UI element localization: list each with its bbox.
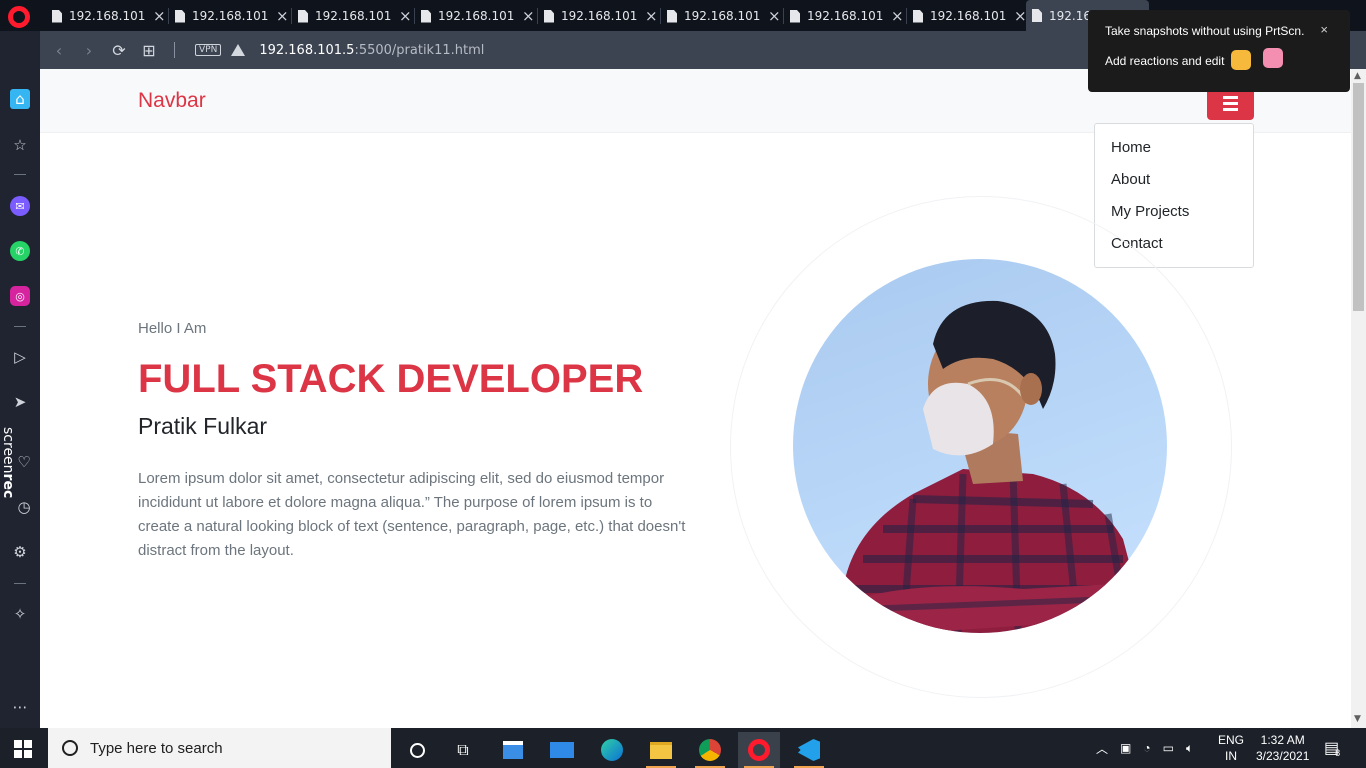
nav-link-projects[interactable]: My Projects [1095,199,1253,231]
send-icon[interactable]: ➤ [10,392,30,412]
document-icon [421,9,431,23]
document-icon [544,9,554,23]
messenger-icon[interactable]: ✉ [10,196,30,216]
store-icon[interactable] [492,732,534,768]
popup-message: Take snapshots without using PrtScn. [1105,24,1305,38]
snapshot-tip-popup: Take snapshots without using PrtScn. × A… [1088,10,1350,92]
home-icon[interactable]: ⌂ [10,89,30,109]
volume-icon[interactable]: 🔈︎ [1186,741,1193,756]
clock-date: 3/23/2021 [1256,749,1310,763]
document-icon [790,9,800,23]
heart-icon[interactable]: ♡ [14,452,34,472]
close-tab-icon[interactable]: × [891,7,904,25]
document-icon [52,9,62,23]
meet-now-icon[interactable]: ▣ [1120,741,1131,755]
whatsapp-icon[interactable]: ✆ [10,241,30,261]
search-icon [62,740,78,756]
history-icon[interactable]: ◷ [14,497,34,517]
scrollbar-thumb[interactable] [1353,83,1364,311]
document-icon [298,9,308,23]
developer-name: Pratik Fulkar [138,413,268,439]
browser-tab[interactable]: 192.168.101.5 × [784,4,907,28]
headline-title: FULL STACK DEVELOPER [138,357,644,401]
popup-close-icon[interactable]: × [1320,22,1328,37]
close-tab-icon[interactable]: × [276,7,289,25]
url-host: 192.168.101.5 [259,42,355,58]
task-view-icon[interactable]: ⧉ [442,732,484,768]
nav-link-about[interactable]: About [1095,167,1253,199]
page-viewport: Navbar Home About My Projects Contact He… [40,69,1351,728]
battery-icon[interactable]: ▭ [1163,741,1174,755]
clock-time: 1:32 AM [1260,733,1305,747]
player-icon[interactable]: ▷ [10,347,30,367]
document-icon [175,9,185,23]
navbar-brand[interactable]: Navbar [138,89,206,113]
nav-link-home[interactable]: Home [1095,135,1253,167]
search-placeholder: Type here to search [90,739,223,757]
opera-taskbar-icon[interactable] [738,732,780,768]
document-icon [667,9,677,23]
intro-greeting: Hello I Am [138,320,207,337]
windows-start-icon[interactable] [14,740,32,758]
star-icon[interactable]: ☆ [10,135,30,155]
opera-logo-icon[interactable] [8,6,30,28]
cortana-icon[interactable] [396,732,438,768]
more-options-icon[interactable]: ⋯ [10,697,30,717]
close-tab-icon[interactable]: × [153,7,166,25]
smile-emoji-icon[interactable] [1231,50,1251,70]
tab-grid-icon[interactable]: ⊞ [134,41,164,60]
chrome-icon[interactable] [689,732,731,768]
forward-icon[interactable]: › [74,41,104,60]
browser-tab[interactable]: 192.168.101.5 × [907,4,1030,28]
instagram-icon[interactable]: ◎ [10,286,30,306]
url-path: :5500/pratik11.html [354,42,485,58]
mail-icon[interactable] [541,732,583,768]
document-icon [913,9,923,23]
clock[interactable]: 1:32 AM 3/23/2021 [1256,728,1309,768]
browser-tab[interactable]: 192.168.101.5 × [46,4,169,28]
vpn-badge[interactable]: VPN [195,44,222,56]
file-explorer-icon[interactable] [640,732,682,768]
language-indicator[interactable]: ENG IN [1218,728,1244,768]
browser-tab[interactable]: 192.168.101.5 × [538,4,661,28]
not-secure-warning-icon[interactable] [231,44,246,56]
action-center-icon[interactable]: ▤ 8 [1324,728,1340,768]
close-tab-icon[interactable]: × [768,7,781,25]
settings-gear-icon[interactable]: ⚙ [10,542,30,562]
edge-icon[interactable] [591,732,633,768]
reload-icon[interactable]: ⟳ [104,41,134,60]
scroll-up-icon[interactable]: ▲ [1354,71,1361,81]
toolbar-divider [174,42,175,58]
opera-sidebar: ⌂ ☆ ✉ ✆ ◎ ▷ ➤ screenrec ♡ ◷ ⚙ ✧ ⋯ [0,31,40,728]
wifi-icon[interactable]: ◔ [1143,741,1150,755]
page-scrollbar[interactable]: ▲ ▼ [1351,69,1366,728]
taskbar-search-box[interactable]: Type here to search [48,728,391,768]
browser-tab[interactable]: 192.168.101.5 × [661,4,784,28]
close-tab-icon[interactable]: × [1014,7,1027,25]
close-tab-icon[interactable]: × [645,7,658,25]
popup-submessage: Add reactions and edit [1105,54,1225,68]
browser-tab[interactable]: 192.168.101.5 × [292,4,415,28]
person-illustration [833,300,1148,633]
profile-portrait [793,259,1167,633]
url-field[interactable]: 192.168.101.5:5500/pratik11.html [259,43,484,58]
lightbulb-icon[interactable]: ✧ [10,604,30,624]
back-icon[interactable]: ‹ [44,41,74,60]
notification-count-badge: 8 [1335,748,1341,758]
windows-taskbar: Type here to search ⧉ ︿ ▣ ◔ ▭ 🔈︎ ENG IN … [0,728,1366,768]
browser-tab[interactable]: 192.168.101.5 × [415,4,538,28]
close-tab-icon[interactable]: × [522,7,535,25]
document-icon [1032,9,1042,22]
system-tray: ︿ ▣ ◔ ▭ 🔈︎ [1096,728,1193,768]
vscode-icon[interactable] [788,732,830,768]
intro-description: Lorem ipsum dolor sit amet, consectetur … [138,470,686,559]
show-hidden-icons-icon[interactable]: ︿ [1096,740,1108,757]
scroll-down-icon[interactable]: ▼ [1354,714,1361,724]
cat-emoji-icon[interactable] [1263,48,1283,68]
screenrec-label: screenrec [0,427,16,499]
close-tab-icon[interactable]: × [399,7,412,25]
browser-tab[interactable]: 192.168.101.5 × [169,4,292,28]
